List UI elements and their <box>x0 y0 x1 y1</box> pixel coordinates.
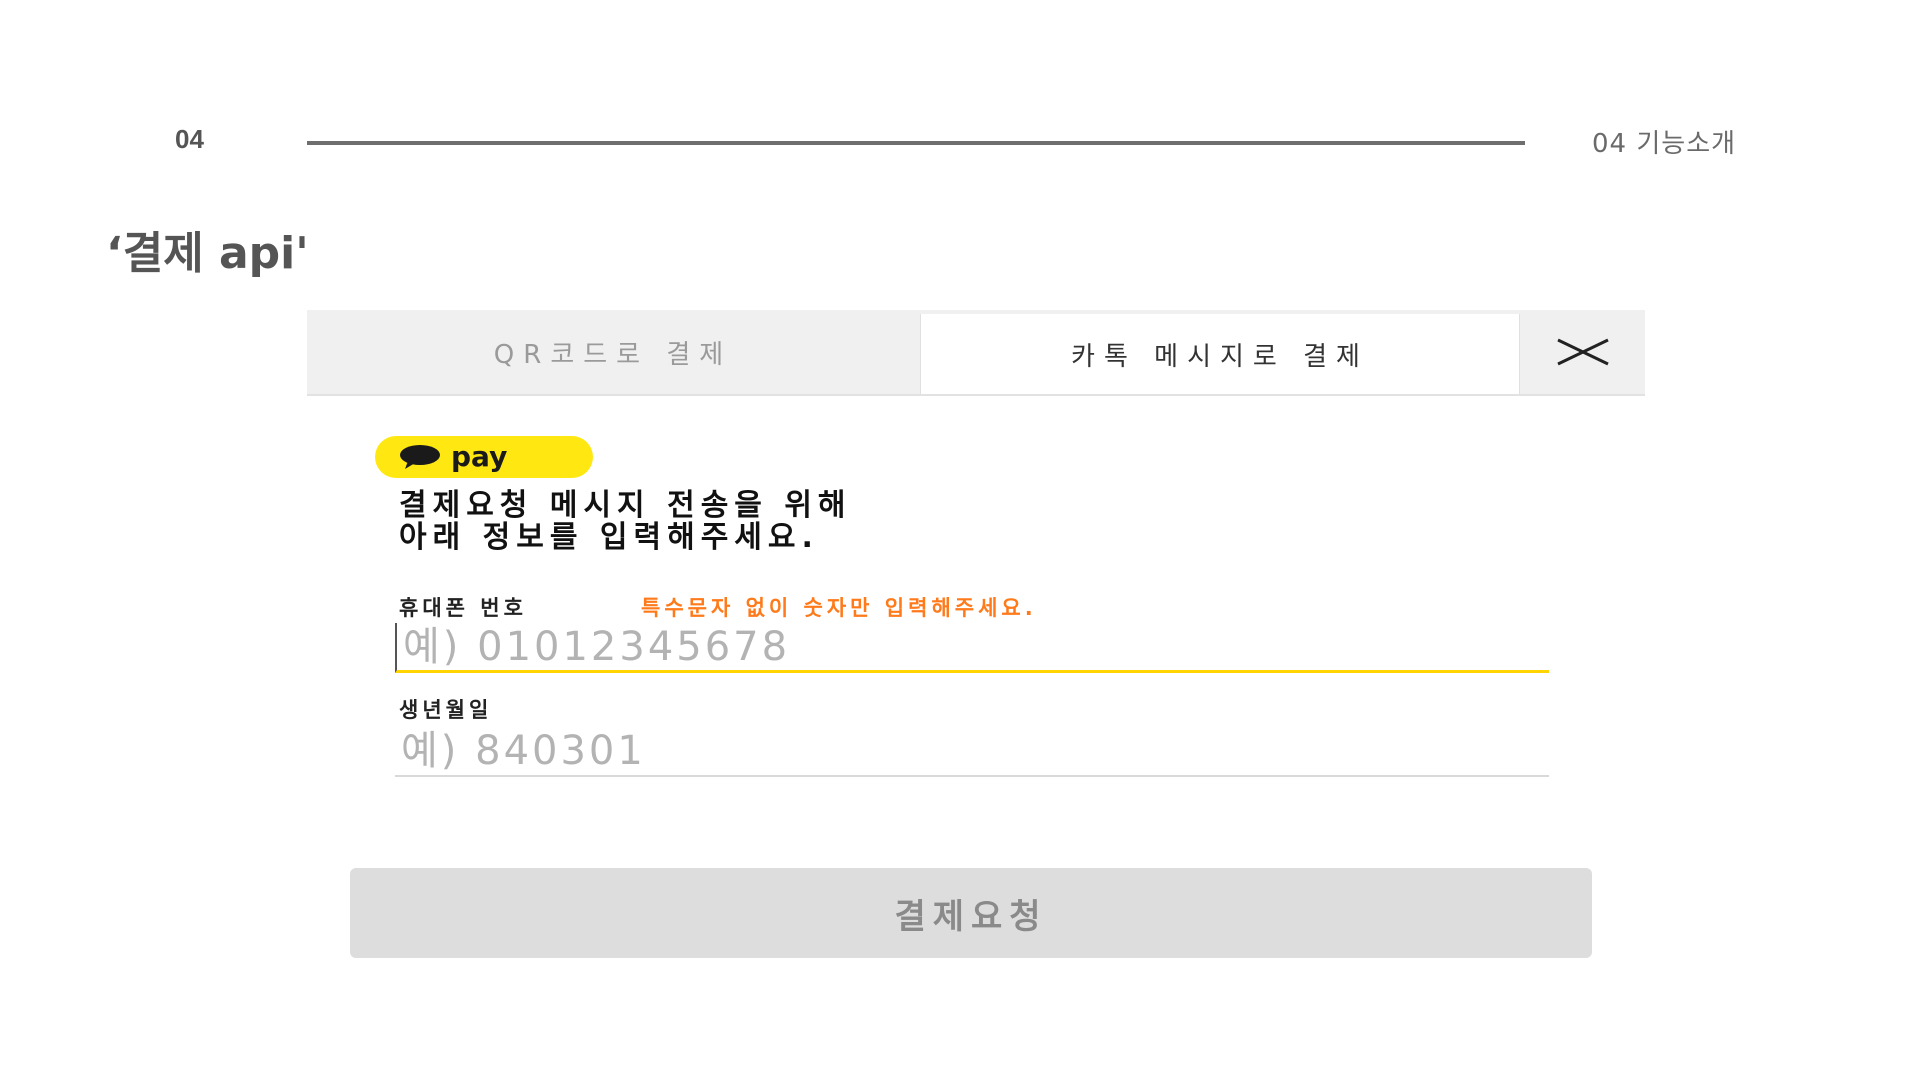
tab-kakaotalk-payment[interactable]: 카톡 메시지로 결제 <box>920 314 1520 394</box>
payment-modal: QR코드로 결제 카톡 메시지로 결제 pay 결제요청 메시지 전송을 위해 … <box>307 310 1645 965</box>
headline-line-2: 아래 정보를 입력해주세요. <box>399 520 819 555</box>
close-x-icon <box>1556 338 1609 366</box>
tab-bar: QR코드로 결제 카톡 메시지로 결제 <box>307 310 1645 396</box>
phone-number-label: 휴대폰 번호 <box>399 596 527 620</box>
slide: 04 04 기능소개 ‘결제 api' QR코드로 결제 카톡 메시지로 결제 … <box>0 0 1920 1080</box>
slide-title: ‘결제 api' <box>106 228 309 279</box>
close-button[interactable] <box>1520 310 1645 394</box>
birthdate-label: 생년월일 <box>399 698 493 722</box>
section-label: 04 기능소개 <box>1592 129 1737 159</box>
tab-qr-payment[interactable]: QR코드로 결제 <box>307 310 919 394</box>
speech-bubble-icon <box>400 445 440 469</box>
payment-request-button[interactable]: 결제요청 <box>350 868 1592 958</box>
header-divider <box>307 141 1525 145</box>
pay-text: pay <box>451 440 508 473</box>
phone-number-input[interactable] <box>395 623 1549 673</box>
phone-number-hint: 특수문자 없이 숫자만 입력해주세요. <box>641 596 1037 620</box>
headline-line-1: 결제요청 메시지 전송을 위해 <box>399 488 852 523</box>
kakaopay-badge: pay <box>375 436 593 478</box>
instruction-headline: 결제요청 메시지 전송을 위해 아래 정보를 입력해주세요. <box>399 490 852 554</box>
birthdate-input[interactable] <box>395 727 1549 777</box>
slide-number: 04 <box>175 124 204 154</box>
